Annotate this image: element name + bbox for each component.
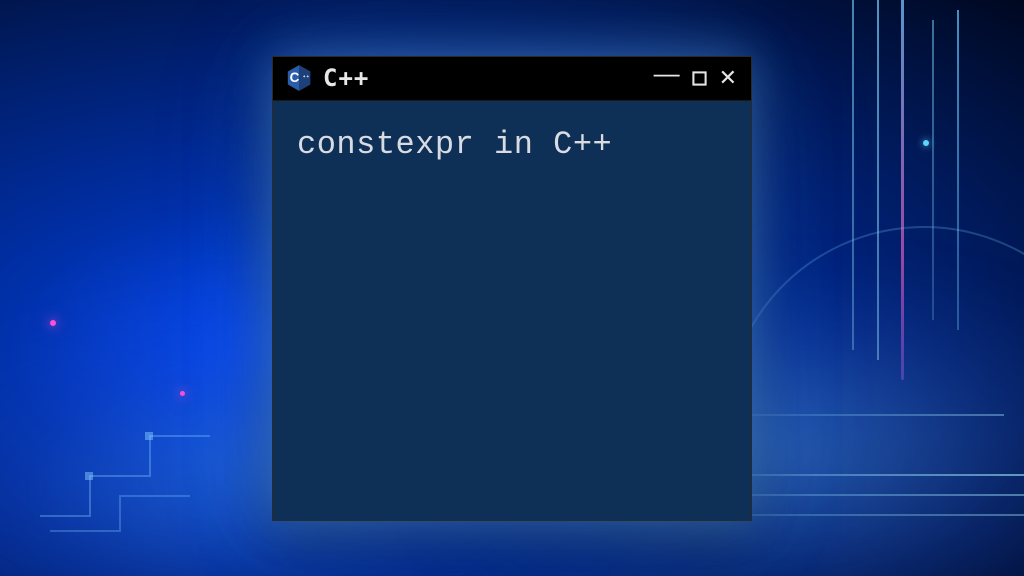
svg-text:C: C [290,70,300,85]
maximize-button[interactable] [692,71,707,86]
svg-text:+: + [303,74,306,79]
terminal-body[interactable]: constexpr in C++ [273,101,751,520]
window-controls: — ✕ [654,63,737,94]
minimize-button[interactable]: — [654,58,680,89]
window-title: C++ [323,64,369,92]
close-button[interactable]: ✕ [719,65,737,91]
cpp-logo-icon: C + + [285,64,313,92]
terminal-content: constexpr in C++ [297,123,727,166]
svg-text:+: + [307,74,310,79]
title-bar[interactable]: C + + C++ — ✕ [273,57,751,101]
terminal-window: C + + C++ — ✕ constexpr in C++ [272,56,752,521]
